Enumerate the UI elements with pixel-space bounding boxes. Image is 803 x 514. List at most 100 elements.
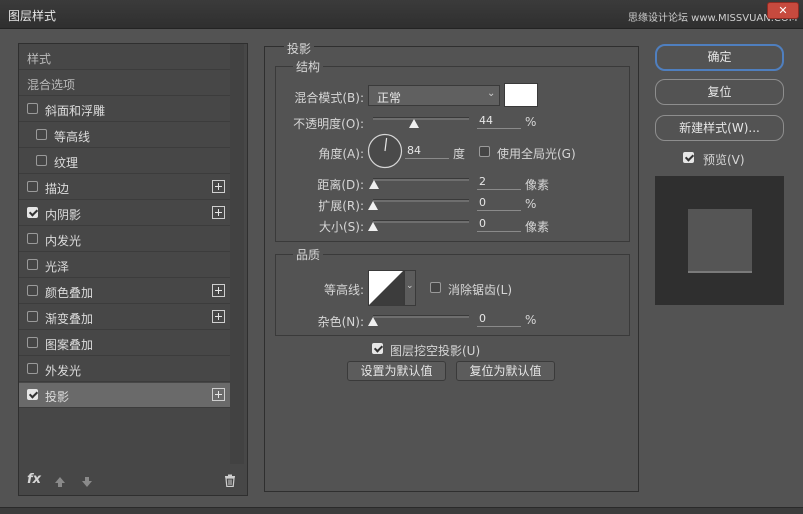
texture-label: 纹理 <box>54 156 79 170</box>
inner-glow-label: 内发光 <box>45 234 82 248</box>
global-light-label: 使用全局光(G) <box>497 147 576 161</box>
contour-preview-icon[interactable] <box>368 270 404 306</box>
style-item-bevel-emboss[interactable]: 斜面和浮雕 <box>19 97 230 122</box>
style-list-scrollbar[interactable] <box>230 44 244 464</box>
style-item-gradient-overlay[interactable]: 渐变叠加 <box>19 305 230 330</box>
style-item-contour[interactable]: 等高线 <box>19 123 230 148</box>
angle-unit: 度 <box>453 147 466 161</box>
drop-shadow-section-title: 投影 <box>284 40 315 57</box>
pattern-overlay-checkbox[interactable] <box>27 337 38 348</box>
trash-icon[interactable] <box>224 474 236 487</box>
opacity-input[interactable]: 44 <box>477 113 521 129</box>
add-inner-shadow-plus-icon[interactable] <box>212 206 225 219</box>
ok-button[interactable]: 确定 <box>655 44 784 71</box>
distance-label: 距离(D): <box>317 178 364 192</box>
distance-slider-knob[interactable] <box>369 180 379 189</box>
add-color-overlay-plus-icon[interactable] <box>212 284 225 297</box>
noise-slider-track[interactable] <box>373 315 469 318</box>
style-list-header-blending-options[interactable]: 混合选项 <box>19 71 230 96</box>
reset-default-button[interactable]: 复位为默认值 <box>456 361 555 381</box>
style-item-color-overlay[interactable]: 颜色叠加 <box>19 279 230 304</box>
spread-slider-track[interactable] <box>373 199 469 202</box>
angle-label: 角度(A): <box>318 147 364 161</box>
add-gradient-overlay-plus-icon[interactable] <box>212 310 225 323</box>
preview-thumbnail <box>655 176 784 305</box>
distance-input[interactable]: 2 <box>477 174 521 190</box>
size-label: 大小(S): <box>318 220 364 234</box>
angle-input[interactable]: 84 <box>405 143 449 159</box>
style-item-satin[interactable]: 光泽 <box>19 253 230 278</box>
move-down-arrow-icon[interactable] <box>81 476 93 488</box>
style-item-drop-shadow[interactable]: 投影 <box>19 383 230 408</box>
style-item-pattern-overlay[interactable]: 图案叠加 <box>19 331 230 356</box>
contour-label: 等高线 <box>54 130 91 144</box>
quality-title: 品质 <box>293 246 324 263</box>
styles-header-label: 样式 <box>27 52 52 66</box>
bevel-emboss-label: 斜面和浮雕 <box>45 104 106 118</box>
spread-unit: % <box>525 197 537 211</box>
add-stroke-plus-icon[interactable] <box>212 180 225 193</box>
preview-swatch <box>688 209 752 273</box>
make-default-button[interactable]: 设置为默认值 <box>347 361 446 381</box>
anti-alias-label: 消除锯齿(L) <box>448 283 513 297</box>
style-list-header-styles[interactable]: 样式 <box>19 45 230 70</box>
size-slider-knob[interactable] <box>368 222 378 231</box>
gradient-overlay-checkbox[interactable] <box>27 311 38 322</box>
layer-knocks-out-checkbox[interactable] <box>372 343 383 354</box>
drop-shadow-checkbox[interactable] <box>27 389 38 400</box>
spread-slider-knob[interactable] <box>368 201 378 210</box>
color-overlay-checkbox[interactable] <box>27 285 38 296</box>
contour-checkbox[interactable] <box>36 129 47 140</box>
bevel-emboss-checkbox[interactable] <box>27 103 38 114</box>
style-item-inner-glow[interactable]: 内发光 <box>19 227 230 252</box>
noise-input[interactable]: 0 <box>477 311 521 327</box>
size-input[interactable]: 0 <box>477 216 521 232</box>
spread-input[interactable]: 0 <box>477 195 521 211</box>
preview-checkbox[interactable] <box>683 152 694 163</box>
chevron-down-icon: ⌄ <box>406 281 414 291</box>
style-item-inner-shadow[interactable]: 内阴影 <box>19 201 230 226</box>
style-item-texture[interactable]: 纹理 <box>19 149 230 174</box>
size-slider-track[interactable] <box>373 220 469 223</box>
fx-icon[interactable]: fx <box>27 472 41 487</box>
chevron-down-icon: ⌄ <box>487 88 496 99</box>
reset-button[interactable]: 复位 <box>655 79 784 105</box>
add-drop-shadow-plus-icon[interactable] <box>212 388 225 401</box>
close-button[interactable]: ✕ <box>767 2 799 19</box>
contour-dropdown-button[interactable]: ⌄ <box>404 270 416 306</box>
style-item-outer-glow[interactable]: 外发光 <box>19 357 230 382</box>
inner-shadow-checkbox[interactable] <box>27 207 38 218</box>
noise-slider-knob[interactable] <box>368 317 378 326</box>
blend-mode-label: 混合模式(B): <box>294 91 364 105</box>
stroke-checkbox[interactable] <box>27 181 38 192</box>
global-light-checkbox[interactable] <box>479 146 490 157</box>
new-style-button[interactable]: 新建样式(W)... <box>655 115 784 141</box>
gradient-overlay-label: 渐变叠加 <box>45 312 94 326</box>
satin-checkbox[interactable] <box>27 259 38 270</box>
move-up-arrow-icon[interactable] <box>54 476 66 488</box>
texture-checkbox[interactable] <box>36 155 47 166</box>
color-overlay-label: 颜色叠加 <box>45 286 94 300</box>
blend-mode-select[interactable]: 正常 ⌄ <box>368 85 500 106</box>
pattern-overlay-label: 图案叠加 <box>45 338 94 352</box>
opacity-unit: % <box>525 115 537 129</box>
distance-unit: 像素 <box>525 178 550 192</box>
opacity-slider-track[interactable] <box>373 117 469 120</box>
outer-glow-checkbox[interactable] <box>27 363 38 374</box>
drop-shadow-label: 投影 <box>45 390 70 404</box>
blend-mode-value: 正常 <box>377 91 402 105</box>
size-unit: 像素 <box>525 220 550 234</box>
style-item-stroke[interactable]: 描边 <box>19 175 230 200</box>
inner-glow-checkbox[interactable] <box>27 233 38 244</box>
preview-label: 预览(V) <box>703 153 745 167</box>
angle-dial-icon[interactable] <box>367 133 403 169</box>
structure-title: 结构 <box>293 58 324 75</box>
window-title: 图层样式 <box>8 9 57 23</box>
opacity-slider-knob[interactable] <box>409 119 419 128</box>
anti-alias-checkbox[interactable] <box>430 282 441 293</box>
spread-label: 扩展(R): <box>318 199 364 213</box>
opacity-label: 不透明度(O): <box>293 117 364 131</box>
contour-picker-label: 等高线: <box>323 283 364 297</box>
distance-slider-track[interactable] <box>373 178 469 181</box>
shadow-color-swatch[interactable] <box>504 83 538 107</box>
